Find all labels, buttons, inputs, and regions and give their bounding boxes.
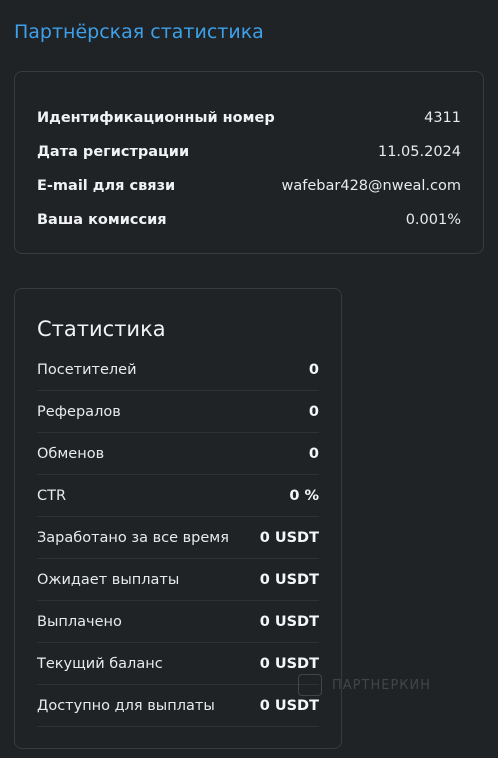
stat-label: Выплачено: [37, 613, 122, 630]
stat-value: 0: [308, 361, 319, 378]
stat-label: Доступно для выплаты: [37, 697, 215, 714]
info-label: Дата регистрации: [37, 144, 190, 160]
info-label: Ваша комиссия: [37, 212, 167, 228]
stat-row-visitors: Посетителей 0: [37, 349, 319, 391]
stat-row-referrals: Рефералов 0: [37, 391, 319, 433]
stat-row-exchanges: Обменов 0: [37, 433, 319, 475]
info-row-registration-date: Дата регистрации 11.05.2024: [37, 135, 461, 169]
info-value: 0.001%: [405, 212, 461, 228]
partner-info-card: Идентификационный номер 4311 Дата регист…: [14, 71, 484, 254]
info-row-commission: Ваша комиссия 0.001%: [37, 203, 461, 237]
stat-row-earned-total: Заработано за все время 0 USDT: [37, 517, 319, 559]
stat-value: 0 USDT: [259, 571, 319, 588]
stat-value: 0 USDT: [259, 655, 319, 672]
page-title: Партнёрская статистика: [14, 21, 264, 43]
stat-value: 0 %: [289, 487, 319, 504]
info-label: E-mail для связи: [37, 178, 176, 194]
stat-row-available-payout: Доступно для выплаты 0 USDT: [37, 685, 319, 727]
stat-label: Текущий баланс: [37, 655, 163, 672]
stat-row-ctr: CTR 0 %: [37, 475, 319, 517]
info-label: Идентификационный номер: [37, 110, 275, 126]
info-value: 4311: [424, 110, 461, 126]
stat-label: Заработано за все время: [37, 529, 229, 546]
statistics-title: Статистика: [37, 317, 166, 341]
info-value: wafebar428@nweal.com: [281, 178, 461, 194]
statistics-card: Статистика Посетителей 0 Рефералов 0 Обм…: [14, 288, 342, 749]
stat-label: Ожидает выплаты: [37, 571, 180, 588]
stat-value: 0 USDT: [259, 697, 319, 714]
stat-label: CTR: [37, 487, 67, 504]
stat-label: Посетителей: [37, 361, 137, 378]
stat-value: 0 USDT: [259, 529, 319, 546]
info-value: 11.05.2024: [377, 144, 461, 160]
watermark-logo-icon: [298, 674, 322, 696]
stat-value: 0: [308, 445, 319, 462]
stat-row-paid-out: Выплачено 0 USDT: [37, 601, 319, 643]
stat-value: 0 USDT: [259, 613, 319, 630]
stat-label: Рефералов: [37, 403, 121, 420]
watermark-text: ПАРТНЕРКИН: [332, 677, 432, 693]
info-row-id: Идентификационный номер 4311: [37, 101, 461, 135]
stat-row-pending-payout: Ожидает выплаты 0 USDT: [37, 559, 319, 601]
info-row-email: E-mail для связи wafebar428@nweal.com: [37, 169, 461, 203]
stat-label: Обменов: [37, 445, 105, 462]
stat-value: 0: [308, 403, 319, 420]
watermark: ПАРТНЕРКИН: [298, 674, 431, 696]
stat-row-current-balance: Текущий баланс 0 USDT: [37, 643, 319, 685]
